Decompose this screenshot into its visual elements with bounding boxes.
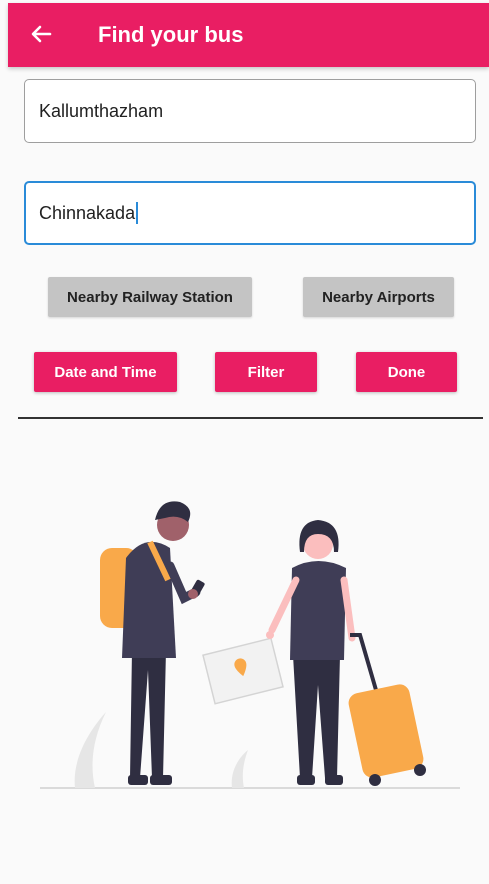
from-location-value: Kallumthazham bbox=[39, 100, 164, 121]
to-location-value: Chinnakada bbox=[39, 202, 136, 223]
nearby-airports-button[interactable]: Nearby Airports bbox=[303, 277, 454, 317]
back-button[interactable] bbox=[28, 21, 54, 47]
nearby-railway-station-button[interactable]: Nearby Railway Station bbox=[48, 277, 252, 317]
filter-button[interactable]: Filter bbox=[215, 352, 317, 392]
page-title: Find your bus bbox=[98, 22, 244, 47]
travelers-illustration bbox=[40, 501, 460, 789]
arrow-left-icon bbox=[31, 25, 52, 43]
from-location-input[interactable]: Kallumthazham bbox=[24, 79, 476, 143]
date-and-time-button[interactable]: Date and Time bbox=[34, 352, 177, 392]
app-bar: Find your bus bbox=[8, 3, 489, 67]
done-button[interactable]: Done bbox=[356, 352, 457, 392]
text-cursor bbox=[136, 202, 139, 224]
to-location-input[interactable]: Chinnakada bbox=[24, 181, 476, 245]
divider bbox=[18, 417, 483, 419]
